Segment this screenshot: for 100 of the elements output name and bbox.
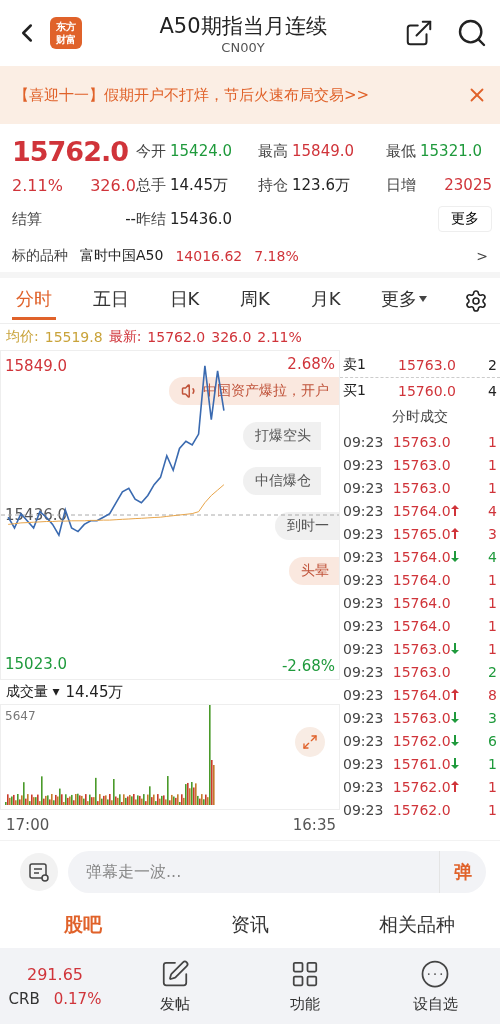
ticker-name: CRB xyxy=(8,989,40,1008)
stat-value: 14.45万 xyxy=(170,175,228,195)
trade-time: 09:23 xyxy=(343,433,384,450)
underlying-row[interactable]: 标的品种 富时中国A50 14016.62 7.18% > xyxy=(0,240,500,278)
trade-quantity: 1 xyxy=(488,778,497,795)
chart-tab[interactable]: 月K xyxy=(306,281,345,320)
high-percent: 2.68% xyxy=(287,355,335,373)
search-icon[interactable] xyxy=(456,17,488,49)
page-title: A50期指当月连续 xyxy=(159,12,327,40)
y-tick-label: 15023.0 xyxy=(5,655,68,674)
chart-tab[interactable]: 更多 xyxy=(377,281,432,320)
chart-tab[interactable]: 日K xyxy=(165,281,204,320)
trade-quantity: 2 xyxy=(488,663,497,680)
chart-tab[interactable]: 周K xyxy=(236,281,274,320)
volume-total: 14.45万 xyxy=(65,682,124,702)
underlying-name: 富时中国A50 xyxy=(80,247,164,265)
trade-quantity: 1 xyxy=(488,456,497,473)
trade-price: 15762.0 xyxy=(392,778,451,795)
trade-time: 09:23 xyxy=(343,594,384,611)
trade-price: 15764.0 xyxy=(392,571,451,588)
stat-value: 23025 xyxy=(444,176,492,194)
bid-price: 15760.0 xyxy=(398,383,456,399)
trade-time: 09:23 xyxy=(343,548,384,565)
section-tab[interactable]: 资讯 xyxy=(225,911,275,939)
comment-bubble: 头晕 xyxy=(289,557,339,585)
trade-time: 09:23 xyxy=(343,617,384,634)
underlying-percent: 7.18% xyxy=(254,248,299,264)
average-price: 15519.8 xyxy=(44,329,103,345)
action-button[interactable]: 发帖 xyxy=(110,957,240,1015)
danmaku-settings-icon[interactable] xyxy=(20,852,58,891)
stat-value: 15424.0 xyxy=(170,142,233,160)
more-icon xyxy=(420,958,450,989)
trade-price: 15764.0 xyxy=(392,548,451,565)
trade-price: 15762.0 xyxy=(392,732,451,749)
action-button[interactable]: 设自选 xyxy=(370,957,500,1015)
trade-quantity: 1 xyxy=(488,433,497,450)
trade-price: 15763.0 xyxy=(392,709,451,726)
promo-text: 【喜迎十一】假期开户不打烊，节后火速布局交易>> xyxy=(14,85,370,105)
ask-label: 卖1 xyxy=(343,355,366,374)
down-arrow-icon xyxy=(450,735,459,746)
volume-selector[interactable]: 成交量 ▾ xyxy=(6,683,60,701)
trade-quantity: 1 xyxy=(488,755,497,772)
chart-tab[interactable]: 五日 xyxy=(88,281,133,320)
trade-price: 15761.0 xyxy=(392,755,451,772)
stat-label: 最高 xyxy=(258,141,288,161)
stat-value: 15849.0 xyxy=(292,142,355,160)
trade-quantity: 1 xyxy=(488,617,497,634)
trade-time: 09:23 xyxy=(343,479,384,496)
ticker-value: 291.65 xyxy=(27,964,83,984)
section-tab[interactable]: 股吧 xyxy=(58,911,109,939)
trade-time: 09:23 xyxy=(343,663,384,680)
stat-label: 日增 xyxy=(386,175,416,195)
chart-tab[interactable]: 分时 xyxy=(12,281,56,320)
edit-icon xyxy=(160,958,190,989)
stat-label: 总手 xyxy=(136,175,166,195)
trade-price: 15764.0 xyxy=(392,617,451,634)
up-arrow-icon xyxy=(450,528,459,539)
low-percent: -2.68% xyxy=(281,657,335,675)
trade-time: 09:23 xyxy=(343,778,384,795)
bid-label: 买1 xyxy=(343,382,366,400)
trade-quantity: 4 xyxy=(488,548,497,565)
bid-quantity: 4 xyxy=(488,383,497,399)
trade-price: 15764.0 xyxy=(392,594,451,611)
stat-value: 123.6万 xyxy=(292,175,350,195)
average-label: 均价: xyxy=(6,328,39,346)
down-arrow-icon xyxy=(450,712,459,723)
trade-time: 09:23 xyxy=(343,801,384,818)
stat-value: 15321.0 xyxy=(420,142,483,160)
settle-label: 结算 xyxy=(12,209,42,229)
trade-quantity: 3 xyxy=(488,709,497,726)
down-arrow-icon xyxy=(450,643,459,654)
ticker-percent: 0.17% xyxy=(53,989,102,1008)
y-tick-label: 15849.0 xyxy=(5,356,68,375)
trade-time: 09:23 xyxy=(343,640,384,657)
trade-price: 15762.0 xyxy=(392,801,451,818)
more-button[interactable]: 更多 xyxy=(438,206,492,232)
action-button[interactable]: 功能 xyxy=(240,957,370,1015)
ask-price: 15763.0 xyxy=(398,356,456,373)
trade-quantity: 1 xyxy=(488,801,497,818)
underlying-label: 标的品种 xyxy=(12,247,68,265)
settle-value: -- xyxy=(125,210,136,228)
trade-price: 15763.0 xyxy=(392,663,451,680)
up-arrow-icon xyxy=(450,781,459,792)
trade-time: 09:23 xyxy=(343,686,384,703)
stat-value: 15436.0 xyxy=(170,210,233,228)
trade-time: 09:23 xyxy=(343,732,384,749)
trades-title: 分时成交 xyxy=(392,408,448,426)
down-arrow-icon xyxy=(450,551,459,562)
expand-icon[interactable] xyxy=(295,727,325,757)
up-arrow-icon xyxy=(450,505,459,516)
trade-price: 15763.0 xyxy=(392,456,451,473)
trade-price: 15764.0 xyxy=(392,502,451,519)
change-value: 326.0 xyxy=(90,175,136,195)
trade-quantity: 1 xyxy=(488,640,497,657)
share-icon[interactable] xyxy=(404,18,434,48)
latest-change: 326.0 xyxy=(211,329,252,345)
settings-icon[interactable] xyxy=(463,288,488,313)
trade-quantity: 1 xyxy=(488,594,497,611)
section-tab[interactable]: 相关品种 xyxy=(372,911,461,939)
trade-quantity: 4 xyxy=(488,502,497,519)
